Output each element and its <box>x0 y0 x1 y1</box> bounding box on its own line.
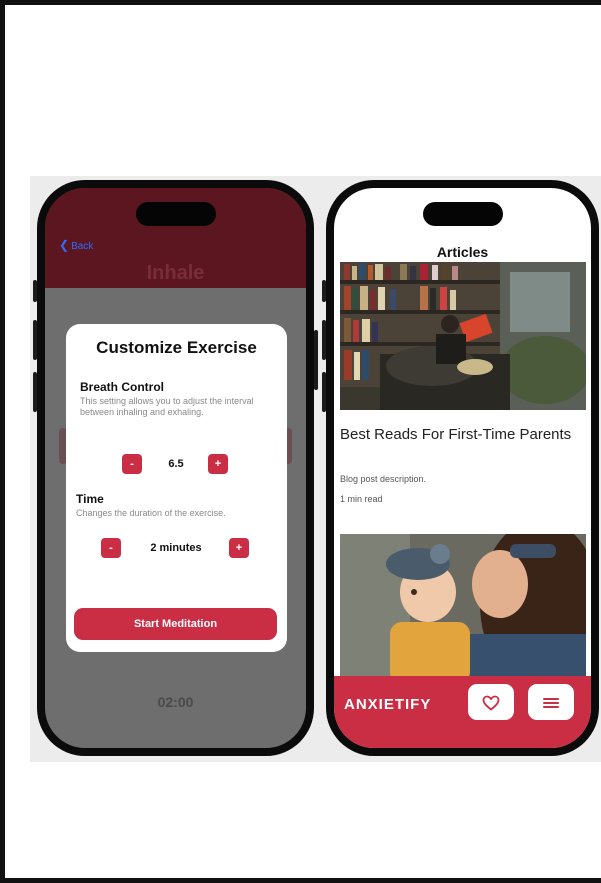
mother-child-photo <box>340 534 586 684</box>
menu-icon <box>542 692 560 712</box>
phone-side-button <box>33 372 37 412</box>
articles-header-title: Articles <box>436 244 489 260</box>
bookshelf-photo <box>340 262 586 410</box>
menu-button[interactable] <box>528 684 574 720</box>
screen-meditation: ❮ Back Inhale 02:00 Customize Exercise Br… <box>45 188 306 748</box>
article-image-bookshelf[interactable] <box>340 262 586 410</box>
breath-increment-button[interactable]: + <box>208 454 228 474</box>
bottom-nav-bar: ANXIETIFY <box>334 676 591 748</box>
article-description: Blog post description. <box>340 474 427 484</box>
phone-side-button <box>322 320 326 360</box>
heart-icon <box>482 692 500 712</box>
dynamic-island <box>422 202 503 226</box>
breath-control-value: 6.5 <box>168 458 184 470</box>
customize-exercise-modal: Customize Exercise Breath Control This s… <box>66 324 287 652</box>
article-title[interactable]: Best Reads For First-Time Parents <box>340 426 584 444</box>
timer-readout: 02:00 <box>157 694 194 710</box>
time-description: Changes the duration of the exercise. <box>76 508 226 518</box>
breath-control-title: Breath Control <box>80 380 164 394</box>
breath-control-description: This setting allows you to adjust the in… <box>80 396 254 417</box>
favorites-button[interactable] <box>468 684 514 720</box>
time-increment-button[interactable]: + <box>229 538 249 558</box>
phone-mockup-left: ❮ Back Inhale 02:00 Customize Exercise Br… <box>33 180 318 756</box>
phone-side-button <box>322 280 326 302</box>
dynamic-island <box>135 202 216 226</box>
back-label: Back <box>71 241 94 252</box>
time-title: Time <box>76 492 104 506</box>
time-value: 2 minutes <box>150 542 202 554</box>
screen-articles: Articles Best Reads For First-Time Paren… <box>334 188 591 748</box>
phone-side-button <box>322 372 326 412</box>
phone-mockup-right: Articles Best Reads For First-Time Paren… <box>322 180 599 756</box>
phone-side-button <box>33 280 37 302</box>
modal-title: Customize Exercise <box>96 338 257 357</box>
time-decrement-button[interactable]: - <box>101 538 121 558</box>
phone-side-button <box>314 330 318 390</box>
phone-side-button <box>33 320 37 360</box>
brand-logo: ANXIETIFY <box>344 696 432 713</box>
start-meditation-button[interactable]: Start Meditation <box>74 608 277 640</box>
breath-decrement-button[interactable]: - <box>122 454 142 474</box>
phase-label: Inhale <box>146 262 205 284</box>
back-button[interactable]: ❮ Back <box>59 238 93 252</box>
chevron-left-icon: ❮ <box>59 238 70 252</box>
article-read-time: 1 min read <box>340 494 383 504</box>
article-image-mother-child[interactable] <box>340 534 586 684</box>
